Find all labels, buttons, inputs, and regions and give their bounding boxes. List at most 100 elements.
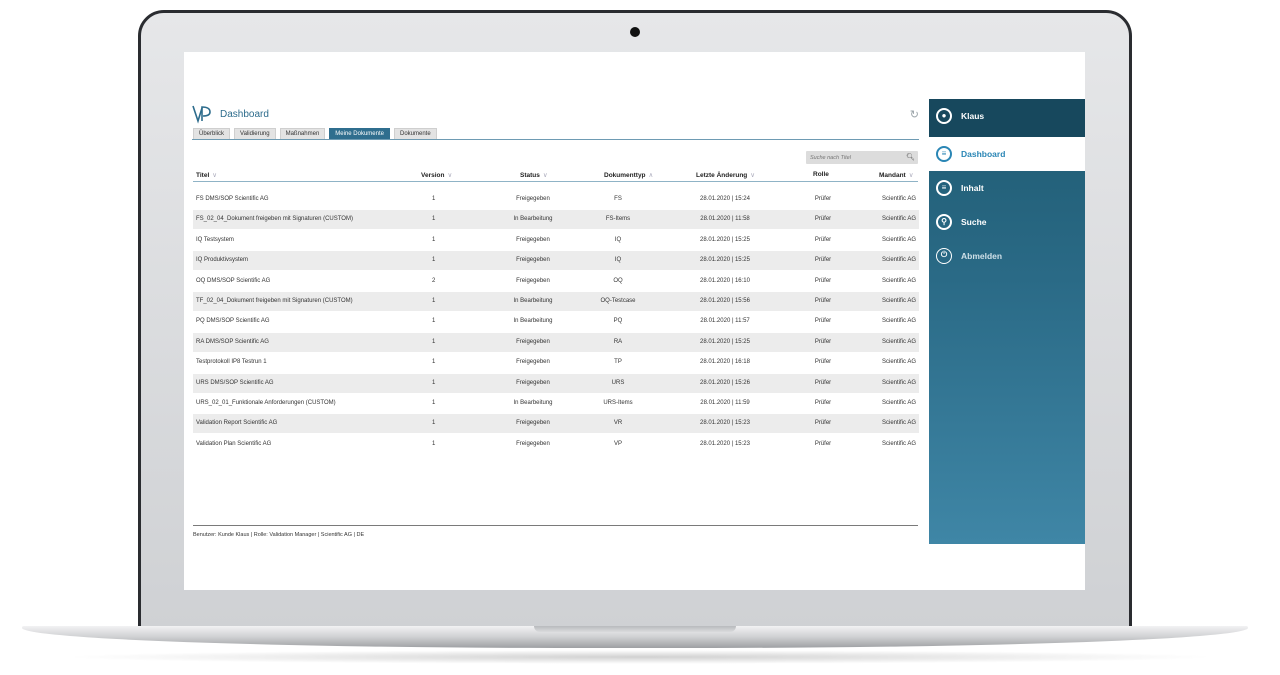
power-icon: ⏻ xyxy=(936,248,952,264)
column-label: Rolle xyxy=(813,171,829,178)
cell-doctype: TP xyxy=(614,359,622,366)
cell-doctype: URS-Items xyxy=(603,400,633,406)
column-label: Version xyxy=(421,172,445,179)
sort-chevron-icon: ∨ xyxy=(212,172,218,179)
cell-title: TF_02_04_Dokument freigeben mit Signatur… xyxy=(196,298,353,304)
search-icon[interactable]: 🔍︎ xyxy=(906,153,915,161)
cell-status: Freigegeben xyxy=(516,257,550,264)
vp-logo-icon xyxy=(192,105,211,124)
cell-doctype: FS xyxy=(614,196,622,202)
table-row[interactable]: Testprotokoll IP8 Testrun 1 1 Freigegeben T… xyxy=(193,353,919,372)
table-row[interactable]: FS DMS/SOP Scientific AG 1 Freigegeben FS 28… xyxy=(193,190,919,209)
sort-chevron-icon: ∨ xyxy=(447,172,453,179)
cell-version: 1 xyxy=(432,236,436,243)
sidebar-item-abmelden[interactable]: ⏻ Abmelden xyxy=(929,239,1085,273)
table-row[interactable]: PQ DMS/SOP Scientific AG 1 In Bearbeitung P… xyxy=(193,312,919,331)
sort-chevron-icon: ∨ xyxy=(908,172,914,179)
cell-role: Prüfer xyxy=(814,236,832,243)
search-box: 🔍︎ xyxy=(806,151,918,164)
table-row[interactable]: Validation Plan Scientific AG 1 Freigegebe… xyxy=(193,435,919,454)
cell-changed: 28.01.2020 | 11:59 xyxy=(700,400,750,406)
cell-title: Testprotokoll IP8 Testrun 1 xyxy=(196,359,267,366)
cell-title: RA DMS/SOP Scientific AG xyxy=(196,338,269,345)
column-header-client[interactable]: Mandant ∨ xyxy=(879,171,914,179)
cell-changed: 28.01.2020 | 15:25 xyxy=(700,257,750,264)
cell-role: Prüfer xyxy=(814,440,832,447)
cell-version: 1 xyxy=(432,440,436,447)
table-row[interactable]: URS DMS/SOP Scientific AG 1 Freigegeben URS… xyxy=(193,373,919,393)
sidebar: ● Klaus ≡ Dashboard ≡ Inhalt ⚲ Suche ⏻ A… xyxy=(929,99,1085,544)
cell-doctype: VR xyxy=(613,420,623,427)
table-row[interactable]: URS_02_01_Funktionale Anforderungen (CUS… xyxy=(193,394,919,413)
cell-title: Validation Report Scientific AG xyxy=(196,420,278,427)
cell-client: Scientific AG xyxy=(881,236,916,243)
cell-version: 1 xyxy=(432,359,436,366)
cell-client: Scientific AG xyxy=(881,379,916,386)
cell-status: Freigegeben xyxy=(516,338,550,345)
table-row[interactable]: OQ DMS/SOP Scientific AG 2 Freigegeben OQ 28… xyxy=(193,272,919,291)
cell-title: URS DMS/SOP Scientific AG xyxy=(196,379,274,386)
page-title: Dashboard xyxy=(220,109,269,120)
column-header-status[interactable]: Status ∨ xyxy=(520,171,548,179)
tab-divider xyxy=(192,139,919,140)
cell-doctype: VP xyxy=(613,440,622,447)
column-header-changed[interactable]: Letzte Änderung ∨ xyxy=(696,171,755,179)
cell-client: Scientific AG xyxy=(881,359,916,366)
laptop-shadow xyxy=(60,650,1220,664)
cell-doctype: OQ xyxy=(613,277,623,284)
cell-role: Prüfer xyxy=(814,400,832,406)
cell-client: Scientific AG xyxy=(881,440,916,447)
cell-title: IQ Testsystem xyxy=(196,236,234,243)
cell-doctype: FS-Items xyxy=(605,216,631,223)
column-header-doctype[interactable]: Dokumenttyp ∧ xyxy=(604,171,653,179)
cell-doctype: PQ xyxy=(613,318,623,325)
cell-status: Freigegeben xyxy=(516,196,550,202)
cell-client: Scientific AG xyxy=(881,257,916,264)
cell-role: Prüfer xyxy=(814,277,832,284)
cell-version: 1 xyxy=(432,400,436,406)
cell-title: PQ DMS/SOP Scientific AG xyxy=(196,318,270,325)
table-row[interactable]: FS_02_04_Dokument freigeben mit Signatur… xyxy=(193,210,919,230)
cell-role: Prüfer xyxy=(814,298,832,304)
cell-status: Freigegeben xyxy=(516,440,550,447)
table-row[interactable]: Validation Report Scientific AG 1 Freigege… xyxy=(193,414,919,434)
cell-doctype: OQ-Testcase xyxy=(600,298,636,304)
cell-status: Freigegeben xyxy=(516,236,550,243)
sidebar-item-inhalt[interactable]: ≡ Inhalt xyxy=(929,171,1085,205)
table-row[interactable]: IQ Testsystem 1 Freigegeben IQ 28.01.2020 | … xyxy=(193,231,919,250)
sidebar-item-label: Abmelden xyxy=(961,251,1003,261)
column-header-role[interactable]: Rolle xyxy=(813,171,829,178)
sidebar-item-label: Inhalt xyxy=(961,183,984,193)
cell-changed: 28.01.2020 | 15:23 xyxy=(700,440,750,447)
column-label: Mandant xyxy=(879,172,906,179)
cell-status: Freigegeben xyxy=(516,277,550,284)
cell-changed: 28.01.2020 | 16:10 xyxy=(700,277,750,284)
cell-status: In Bearbeitung xyxy=(513,216,553,223)
cell-changed: 28.01.2020 | 15:25 xyxy=(700,338,750,345)
sidebar-user-label: Klaus xyxy=(961,111,985,121)
sidebar-item-suche[interactable]: ⚲ Suche xyxy=(929,205,1085,239)
search-input[interactable] xyxy=(810,151,900,164)
column-header-version[interactable]: Version ∨ xyxy=(421,171,452,179)
sidebar-item-dashboard[interactable]: ≡ Dashboard xyxy=(929,137,1085,171)
cell-role: Prüfer xyxy=(814,359,832,366)
cell-role: Prüfer xyxy=(814,257,832,264)
refresh-icon[interactable]: ↻ xyxy=(910,108,919,121)
cell-doctype: IQ xyxy=(614,236,622,243)
cell-role: Prüfer xyxy=(814,216,832,223)
cell-version: 1 xyxy=(432,196,436,202)
cell-role: Prüfer xyxy=(814,318,832,325)
table-row[interactable]: IQ Produktivsystem 1 Freigegeben IQ 28.01.20… xyxy=(193,251,919,271)
cell-changed: 28.01.2020 | 15:56 xyxy=(700,298,750,304)
sidebar-user[interactable]: ● Klaus xyxy=(929,99,1085,137)
cell-role: Prüfer xyxy=(814,338,832,345)
laptop-screen: Dashboard ↻ Überblick Validierung Maßnah… xyxy=(184,52,1085,590)
header-divider xyxy=(193,181,918,182)
column-header-title[interactable]: Titel ∨ xyxy=(196,171,217,179)
cell-doctype: IQ xyxy=(614,257,622,264)
cell-version: 1 xyxy=(432,257,436,264)
table-row[interactable]: TF_02_04_Dokument freigeben mit Signatur… xyxy=(193,292,919,311)
cell-title: Validation Plan Scientific AG xyxy=(196,440,272,447)
cell-client: Scientific AG xyxy=(881,298,916,304)
table-row[interactable]: RA DMS/SOP Scientific AG 1 Freigegeben RA 28… xyxy=(193,332,919,352)
